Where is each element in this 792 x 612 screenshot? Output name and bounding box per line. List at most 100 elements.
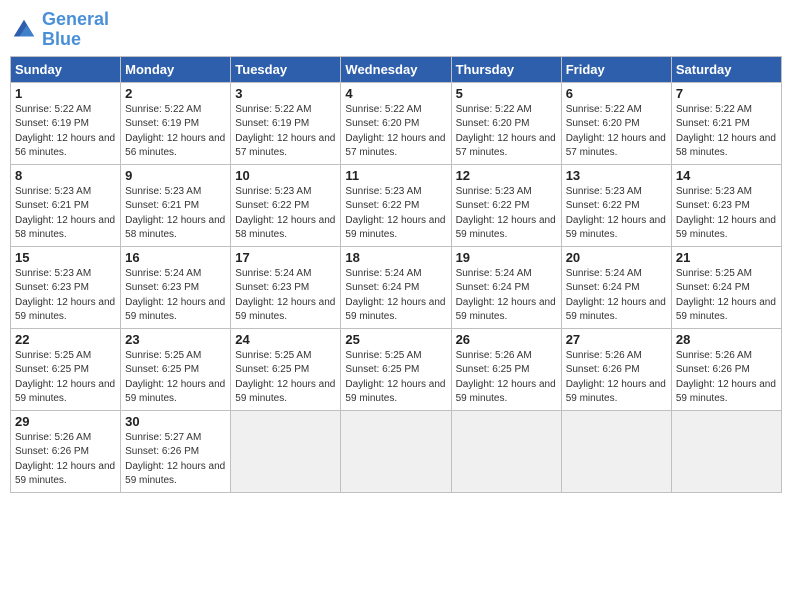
day-info: Sunrise: 5:22 AMSunset: 6:20 PMDaylight:… (566, 103, 667, 161)
day-info: Sunrise: 5:24 AMSunset: 6:24 PMDaylight:… (456, 267, 557, 325)
day-cell (451, 410, 561, 492)
day-info: Sunrise: 5:22 AMSunset: 6:20 PMDaylight:… (456, 103, 557, 161)
day-info: Sunrise: 5:24 AMSunset: 6:23 PMDaylight:… (125, 267, 226, 325)
day-number: 16 (125, 250, 226, 265)
day-cell: 16 Sunrise: 5:24 AMSunset: 6:23 PMDayligh… (121, 246, 231, 328)
day-info: Sunrise: 5:23 AMSunset: 6:21 PMDaylight:… (125, 185, 226, 243)
day-info: Sunrise: 5:26 AMSunset: 6:26 PMDaylight:… (15, 431, 116, 489)
day-info: Sunrise: 5:23 AMSunset: 6:21 PMDaylight:… (15, 185, 116, 243)
logo-text: General Blue (42, 10, 109, 50)
day-cell: 19 Sunrise: 5:24 AMSunset: 6:24 PMDayligh… (451, 246, 561, 328)
day-number: 7 (676, 86, 777, 101)
day-cell (231, 410, 341, 492)
day-info: Sunrise: 5:24 AMSunset: 6:24 PMDaylight:… (345, 267, 446, 325)
day-number: 26 (456, 332, 557, 347)
day-cell: 20Sunrise: 5:24 AMSunset: 6:24 PMDayligh… (561, 246, 671, 328)
day-number: 4 (345, 86, 446, 101)
day-number: 29 (15, 414, 116, 429)
day-cell: 2Sunrise: 5:22 AMSunset: 6:19 PMDaylight… (121, 82, 231, 164)
day-number: 27 (566, 332, 667, 347)
day-info: Sunrise: 5:25 AMSunset: 6:25 PMDaylight:… (15, 349, 116, 407)
day-info: Sunrise: 5:26 AMSunset: 6:26 PMDaylight:… (566, 349, 667, 407)
day-cell: 14 Sunrise: 5:23 AMSunset: 6:23 PMDayligh… (671, 164, 781, 246)
day-header-wednesday: Wednesday (341, 56, 451, 82)
day-number: 10 (235, 168, 336, 183)
day-cell (671, 410, 781, 492)
day-header-monday: Monday (121, 56, 231, 82)
day-header-thursday: Thursday (451, 56, 561, 82)
logo-icon (10, 16, 38, 44)
day-info: Sunrise: 5:22 AMSunset: 6:19 PMDaylight:… (125, 103, 226, 161)
day-cell: 9 Sunrise: 5:23 AMSunset: 6:21 PMDaylight… (121, 164, 231, 246)
day-cell: 12 Sunrise: 5:23 AMSunset: 6:22 PMDayligh… (451, 164, 561, 246)
day-cell: 25 Sunrise: 5:25 AMSunset: 6:25 PMDayligh… (341, 328, 451, 410)
day-info: Sunrise: 5:25 AMSunset: 6:25 PMDaylight:… (235, 349, 336, 407)
week-row-4: 15 Sunrise: 5:23 AMSunset: 6:23 PMDayligh… (11, 246, 782, 328)
day-info: Sunrise: 5:23 AMSunset: 6:23 PMDaylight:… (676, 185, 777, 243)
day-info: Sunrise: 5:23 AMSunset: 6:22 PMDaylight:… (566, 185, 667, 243)
day-number: 17 (235, 250, 336, 265)
day-cell: 21Sunrise: 5:25 AMSunset: 6:24 PMDayligh… (671, 246, 781, 328)
day-cell: 24 Sunrise: 5:25 AMSunset: 6:25 PMDayligh… (231, 328, 341, 410)
logo: General Blue (10, 10, 109, 50)
day-cell: 29 Sunrise: 5:26 AMSunset: 6:26 PMDayligh… (11, 410, 121, 492)
day-cell: 4Sunrise: 5:22 AMSunset: 6:20 PMDaylight… (341, 82, 451, 164)
day-header-sunday: Sunday (11, 56, 121, 82)
day-cell: 8 Sunrise: 5:23 AMSunset: 6:21 PMDaylight… (11, 164, 121, 246)
day-header-friday: Friday (561, 56, 671, 82)
day-number: 14 (676, 168, 777, 183)
week-row-3: 8 Sunrise: 5:23 AMSunset: 6:21 PMDaylight… (11, 164, 782, 246)
day-cell: 1 Sunrise: 5:22 AMSunset: 6:19 PMDaylight… (11, 82, 121, 164)
day-number: 20 (566, 250, 667, 265)
day-cell: 18Sunrise: 5:24 AMSunset: 6:24 PMDayligh… (341, 246, 451, 328)
day-number: 8 (15, 168, 116, 183)
week-row-6: 29 Sunrise: 5:26 AMSunset: 6:26 PMDayligh… (11, 410, 782, 492)
day-cell: 15 Sunrise: 5:23 AMSunset: 6:23 PMDayligh… (11, 246, 121, 328)
day-cell: 13 Sunrise: 5:23 AMSunset: 6:22 PMDayligh… (561, 164, 671, 246)
day-number: 30 (125, 414, 226, 429)
day-info: Sunrise: 5:22 AMSunset: 6:19 PMDaylight:… (15, 103, 116, 161)
day-number: 15 (15, 250, 116, 265)
day-cell (561, 410, 671, 492)
calendar: SundayMondayTuesdayWednesdayThursdayFrid… (10, 56, 782, 493)
day-cell: 7 Sunrise: 5:22 AMSunset: 6:21 PMDaylight… (671, 82, 781, 164)
day-info: Sunrise: 5:25 AMSunset: 6:25 PMDaylight:… (345, 349, 446, 407)
day-number: 19 (456, 250, 557, 265)
day-cell: 3 Sunrise: 5:22 AMSunset: 6:19 PMDaylight… (231, 82, 341, 164)
day-info: Sunrise: 5:23 AMSunset: 6:23 PMDaylight:… (15, 267, 116, 325)
day-info: Sunrise: 5:23 AMSunset: 6:22 PMDaylight:… (235, 185, 336, 243)
day-cell: 30Sunrise: 5:27 AMSunset: 6:26 PMDayligh… (121, 410, 231, 492)
day-number: 6 (566, 86, 667, 101)
day-number: 23 (125, 332, 226, 347)
day-cell: 11Sunrise: 5:23 AMSunset: 6:22 PMDayligh… (341, 164, 451, 246)
day-cell: 10 Sunrise: 5:23 AMSunset: 6:22 PMDayligh… (231, 164, 341, 246)
day-cell: 6 Sunrise: 5:22 AMSunset: 6:20 PMDaylight… (561, 82, 671, 164)
day-number: 5 (456, 86, 557, 101)
day-number: 12 (456, 168, 557, 183)
day-cell: 23Sunrise: 5:25 AMSunset: 6:25 PMDayligh… (121, 328, 231, 410)
day-number: 13 (566, 168, 667, 183)
day-number: 9 (125, 168, 226, 183)
day-cell: 17 Sunrise: 5:24 AMSunset: 6:23 PMDayligh… (231, 246, 341, 328)
week-row-2: 1 Sunrise: 5:22 AMSunset: 6:19 PMDaylight… (11, 82, 782, 164)
day-number: 22 (15, 332, 116, 347)
day-cell: 5 Sunrise: 5:22 AMSunset: 6:20 PMDaylight… (451, 82, 561, 164)
day-number: 3 (235, 86, 336, 101)
day-cell: 22 Sunrise: 5:25 AMSunset: 6:25 PMDayligh… (11, 328, 121, 410)
day-info: Sunrise: 5:23 AMSunset: 6:22 PMDaylight:… (345, 185, 446, 243)
day-cell: 27 Sunrise: 5:26 AMSunset: 6:26 PMDayligh… (561, 328, 671, 410)
day-info: Sunrise: 5:26 AMSunset: 6:26 PMDaylight:… (676, 349, 777, 407)
day-number: 24 (235, 332, 336, 347)
day-number: 1 (15, 86, 116, 101)
day-cell: 28Sunrise: 5:26 AMSunset: 6:26 PMDayligh… (671, 328, 781, 410)
day-info: Sunrise: 5:23 AMSunset: 6:22 PMDaylight:… (456, 185, 557, 243)
day-cell: 26 Sunrise: 5:26 AMSunset: 6:25 PMDayligh… (451, 328, 561, 410)
day-cell (341, 410, 451, 492)
day-info: Sunrise: 5:24 AMSunset: 6:23 PMDaylight:… (235, 267, 336, 325)
day-info: Sunrise: 5:22 AMSunset: 6:21 PMDaylight:… (676, 103, 777, 161)
day-info: Sunrise: 5:26 AMSunset: 6:25 PMDaylight:… (456, 349, 557, 407)
day-header-saturday: Saturday (671, 56, 781, 82)
page-header: General Blue (10, 10, 782, 50)
day-info: Sunrise: 5:22 AMSunset: 6:19 PMDaylight:… (235, 103, 336, 161)
day-number: 25 (345, 332, 446, 347)
